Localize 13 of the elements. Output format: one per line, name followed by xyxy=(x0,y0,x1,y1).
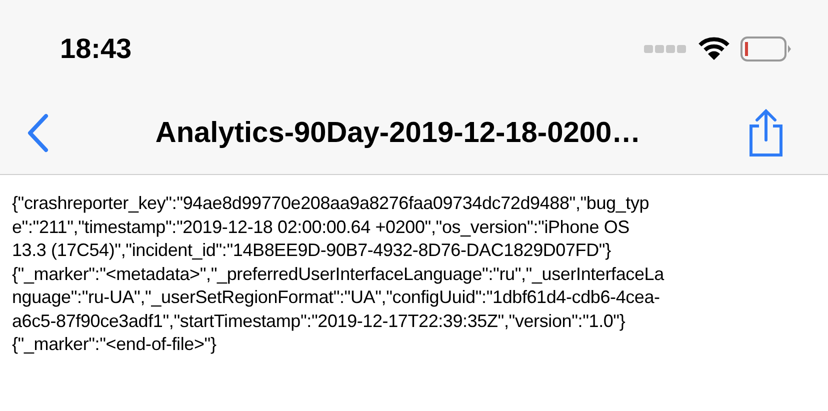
wifi-icon xyxy=(698,37,730,61)
back-icon[interactable] xyxy=(26,113,50,153)
battery-icon xyxy=(740,36,792,62)
nav-title: Analytics-90Day-2019-12-18-0200… xyxy=(154,116,642,150)
text-line: {"_marker":"<metadata>","_preferredUserInterfaceLanguage":"ru","_userInterfaceLa xyxy=(12,262,666,286)
text-line: a6c5-87f90ce3adf1","startTimestamp":"2019-12-17T22:39:35Z","version":"1.0"} xyxy=(12,310,626,333)
signal-icon xyxy=(644,44,688,54)
status-time: 18:43 xyxy=(60,33,132,65)
text-line: {"crashreporter_key":"94ae8d99770e208aa9a8276faa09734dc72d9488","bug_typ xyxy=(12,192,650,215)
text-line: {"_marker":"<end-of-file>"} xyxy=(12,333,218,356)
text-line: 13.3 (17C54)","incident_id":"14B8EE9D-90B7-4932-8D76-DAC1829D07FD"} xyxy=(12,239,612,262)
text-line: e":"211","timestamp":"2019-12-18 02:00:00.64 +0200","os_version":"iPhone OS xyxy=(12,216,630,239)
text-line: nguage":"ru-UA","_userSetRegionFormat":"UA","configUuid":"1dbf61d4-cdb6-4cea- xyxy=(12,286,661,309)
